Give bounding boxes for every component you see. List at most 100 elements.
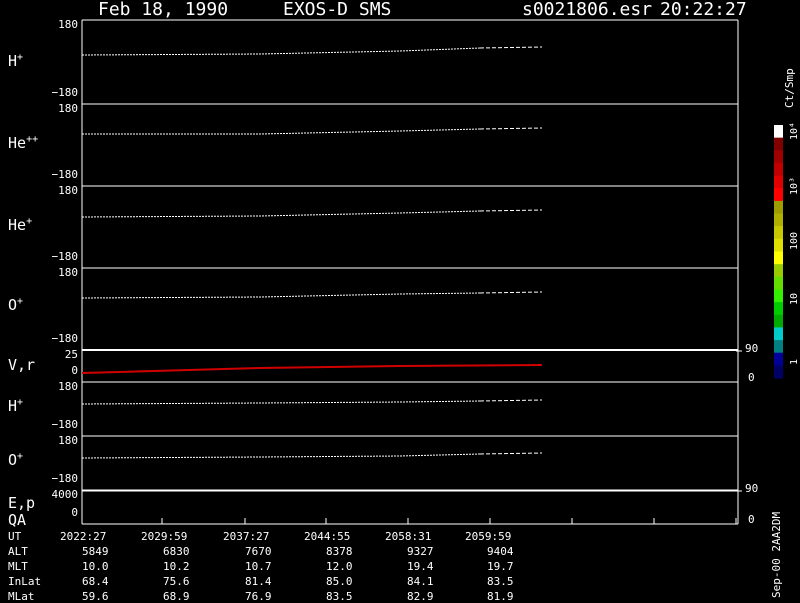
panel-label-text: O <box>8 451 18 469</box>
colorbar-swatch <box>774 302 783 316</box>
panel-label-superscript: + <box>17 296 24 307</box>
traces <box>81 46 543 459</box>
trace-he-plus-tail <box>479 209 543 212</box>
footer-code: Sep-00 2AA2DM <box>770 511 783 598</box>
colorbar-swatch <box>774 251 783 265</box>
orbit-cell: 59.6 <box>82 590 109 603</box>
orbit-cell: 75.6 <box>163 575 190 588</box>
trace-h-plus <box>81 47 481 56</box>
right-axes <box>82 350 742 492</box>
orbit-cell: 7670 <box>245 545 272 558</box>
panel-label: H+ <box>8 397 23 415</box>
y-axis-max-label: 180 <box>58 18 78 31</box>
trace-h-plus-tail <box>479 46 543 49</box>
orbit-cell: 83.5 <box>487 575 514 588</box>
orbit-cell: 83.5 <box>326 590 353 603</box>
panel-label-text: E,p <box>8 494 36 512</box>
spectrogram-window: Feb 18, 1990 EXOS-D SMS s0021806.esr 20:… <box>0 0 800 603</box>
orbit-cell: 68.9 <box>163 590 190 603</box>
panel-label: He+ <box>8 216 32 234</box>
colorbar-swatch <box>774 137 783 151</box>
y-axis-max-label: 25 <box>64 348 78 361</box>
orbit-row-name: InLat <box>8 575 42 588</box>
orbit-cell: 12.0 <box>326 560 353 573</box>
orbit-cell: 9327 <box>407 545 434 558</box>
colorbar-swatch <box>774 276 783 290</box>
right-axis-min-label: 0 <box>748 513 755 526</box>
colorbar-swatch <box>774 238 783 252</box>
colorbar-swatch <box>774 200 783 215</box>
trace-v-r <box>81 364 543 374</box>
orbit-cell: 19.4 <box>407 560 434 573</box>
plot-area: 10⁴ 10³ 100 10 1 Ct/Smp <box>81 19 800 525</box>
colorbar-swatch <box>774 314 783 328</box>
colorbar-swatch <box>774 125 783 139</box>
panel-label-text: He <box>8 216 27 234</box>
colorbar-unit: Ct/Smp <box>783 68 796 108</box>
orbit-cell: 81.4 <box>245 575 272 588</box>
colorbar-swatch <box>774 289 783 303</box>
colorbar-swatch <box>774 365 783 379</box>
colorbar-label: 10 <box>789 293 800 305</box>
colorbar-label: 10⁴ <box>789 122 800 140</box>
orbit-cell: 8378 <box>326 545 353 558</box>
trace-he-plus-plus-tail <box>479 127 543 130</box>
colorbar-swatch <box>774 175 783 189</box>
panel-label-text: H <box>8 52 18 70</box>
y-axis-max-label: 4000 <box>51 488 79 501</box>
y-axis-min-label: −180 <box>51 86 79 99</box>
orbit-cell: 68.4 <box>82 575 109 588</box>
y-axis-max-label: 180 <box>58 380 78 393</box>
y-axis-max-label: 180 <box>58 102 78 115</box>
orbit-cell: 85.0 <box>326 575 353 588</box>
trace-o-plus-2-tail <box>479 452 543 455</box>
y-axis-max-label: 180 <box>58 434 78 447</box>
colorbar-swatch <box>774 150 783 164</box>
panel-label-superscript: + <box>26 216 33 227</box>
colorbar-swatch <box>774 213 783 227</box>
colorbar-swatch <box>774 352 783 366</box>
orbit-cell: 2037:27 <box>223 530 270 543</box>
trace-o-plus-2 <box>81 453 481 459</box>
orbit-cell: 10.0 <box>82 560 109 573</box>
y-axis-max-label: 180 <box>58 266 78 279</box>
panel-label-superscript: ++ <box>26 134 39 145</box>
panel-label: O+ <box>8 451 23 469</box>
panel-label-superscript: + <box>17 52 24 63</box>
trace-h-plus-2 <box>81 400 481 405</box>
colorbar-swatch <box>774 264 783 278</box>
time-ticks <box>81 518 737 524</box>
orbit-cell: 84.1 <box>407 575 434 588</box>
trace-he-plus-plus <box>82 128 481 135</box>
orbit-cell: 6830 <box>163 545 190 558</box>
orbit-cell: 2044:55 <box>304 530 351 543</box>
colorbar-swatch <box>774 162 783 177</box>
right-axis-max-label: 90 <box>745 342 759 355</box>
orbit-cell: 2059:59 <box>465 530 512 543</box>
orbit-row-name: MLat <box>8 590 35 603</box>
orbit-row-name: UT <box>8 530 22 543</box>
orbit-cell: 2058:31 <box>385 530 432 543</box>
orbit-cell: 2029:59 <box>141 530 188 543</box>
panel-label: O+ <box>8 296 23 314</box>
y-axis-min-label: −180 <box>51 418 79 431</box>
panel-label-superscript: + <box>17 451 24 462</box>
colorbar-swatch <box>774 226 783 240</box>
y-axis-min-label: 0 <box>71 506 78 519</box>
colorbar-swatch <box>774 327 783 341</box>
y-axis-max-label: 180 <box>58 184 78 197</box>
orbit-cell: 82.9 <box>407 590 434 603</box>
panel-label-text: O <box>8 296 18 314</box>
right-axis-max-label: 90 <box>745 482 759 495</box>
y-axis-min-label: −180 <box>51 332 79 345</box>
y-axis-min-label: 0 <box>71 364 78 377</box>
panel-label: E,p <box>8 494 35 512</box>
colorbar: 10⁴ 10³ 100 10 1 <box>774 122 800 379</box>
colorbar-label: 100 <box>789 232 800 250</box>
orbit-cell: 76.9 <box>245 590 272 603</box>
trace-o-plus <box>81 292 481 299</box>
trace-o-plus-tail <box>479 291 543 294</box>
panel-separators <box>82 103 738 491</box>
panel-label-text: He <box>8 134 27 152</box>
orbit-row-name: ALT <box>8 545 28 558</box>
